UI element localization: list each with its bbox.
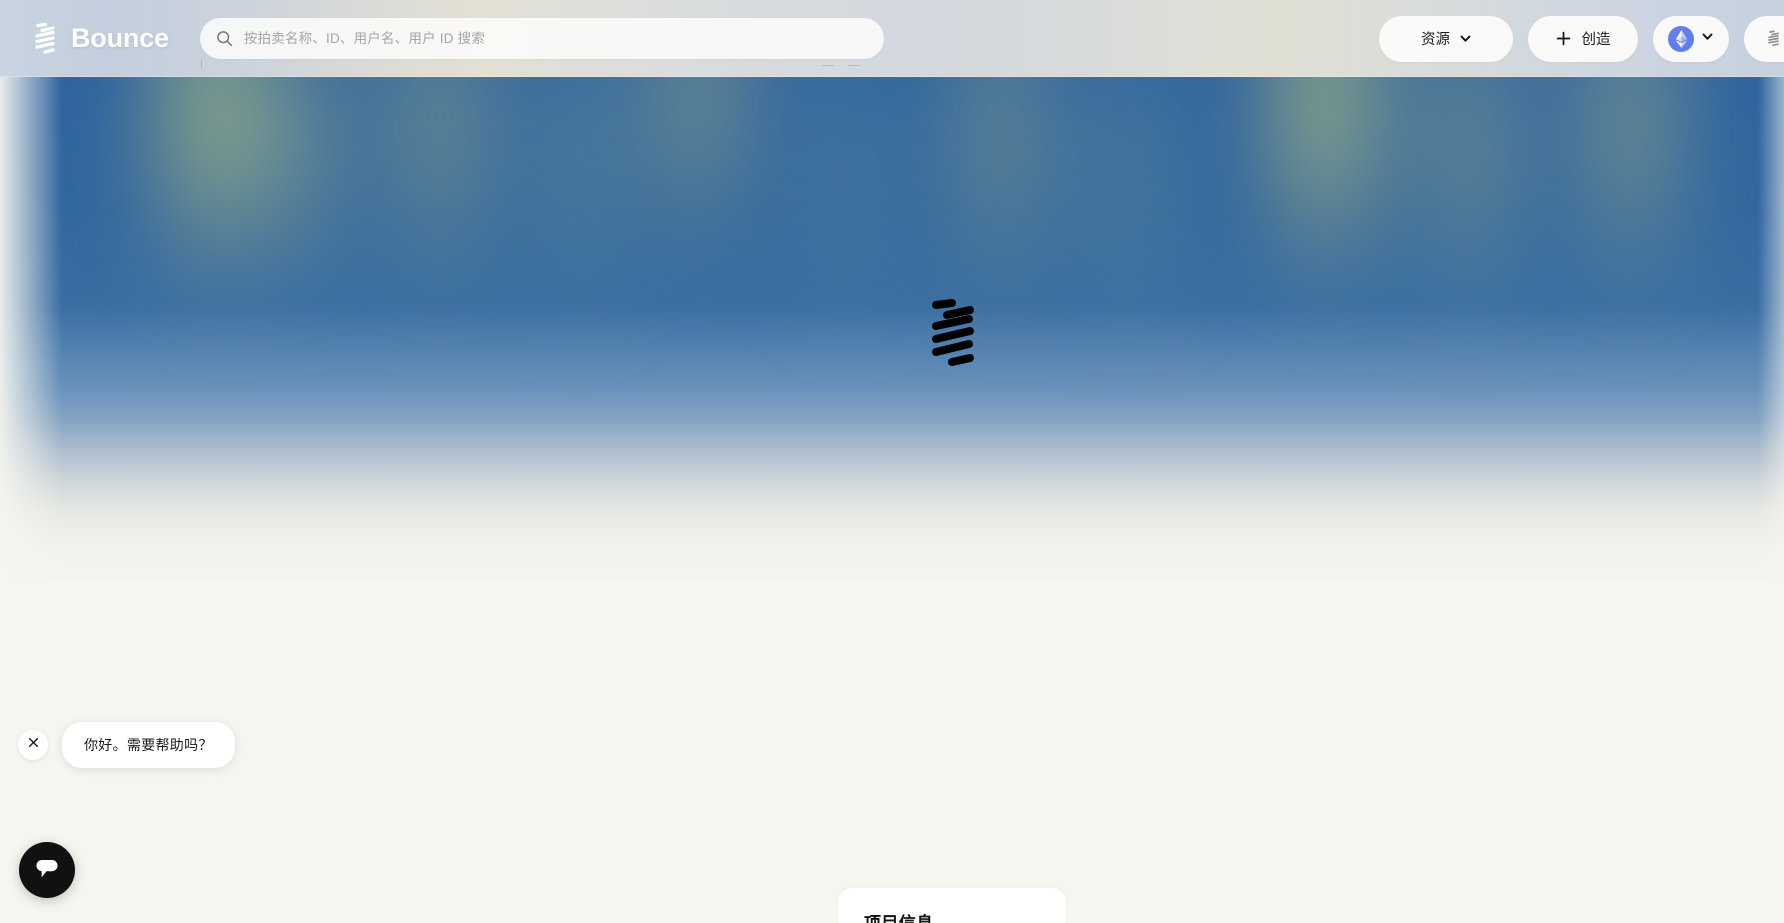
create-label: 创造 (1581, 32, 1611, 48)
chat-close-button[interactable] (18, 730, 48, 760)
search-box[interactable] (199, 18, 884, 59)
bounce-helix-logo-icon (32, 22, 58, 56)
hero-bottom-fade (0, 300, 1784, 700)
page-root: 项目信息 Bounce (0, 0, 1784, 923)
resources-menu-button[interactable]: 资源 (1379, 15, 1514, 62)
create-button[interactable]: 创造 (1528, 15, 1639, 62)
close-icon (27, 736, 40, 754)
wallet-identicon-icon (1766, 30, 1781, 47)
project-info-card-title: 项目信息 (864, 914, 1066, 923)
search-render-artifact (200, 59, 884, 71)
resources-label: 资源 (1420, 32, 1450, 48)
chat-bubble-icon (33, 855, 61, 886)
project-info-card: 项目信息 (838, 888, 1066, 923)
chevron-down-icon (1701, 30, 1714, 48)
wallet-address-button[interactable]: 0xd00c. (1744, 15, 1784, 62)
chat-greeting-row: 你好。需要帮助吗？ (18, 722, 235, 768)
ethereum-icon (1668, 25, 1695, 52)
plus-icon (1556, 31, 1571, 46)
top-header-bar: Bounce 资源 (0, 0, 1784, 77)
search-input[interactable] (243, 18, 868, 59)
chat-greeting-message[interactable]: 你好。需要帮助吗？ (62, 722, 235, 768)
search-icon (216, 30, 233, 47)
loading-logo-icon (925, 298, 981, 374)
hero-banner-image (0, 0, 1784, 700)
header-actions: 资源 创造 (1379, 15, 1784, 62)
chat-launcher-button[interactable] (19, 842, 75, 898)
chain-selector-button[interactable] (1653, 15, 1730, 62)
brand-name-label: Bounce (71, 23, 169, 53)
global-search (199, 18, 884, 68)
brand-home-link[interactable]: Bounce (32, 22, 169, 56)
chevron-down-icon (1459, 32, 1472, 45)
